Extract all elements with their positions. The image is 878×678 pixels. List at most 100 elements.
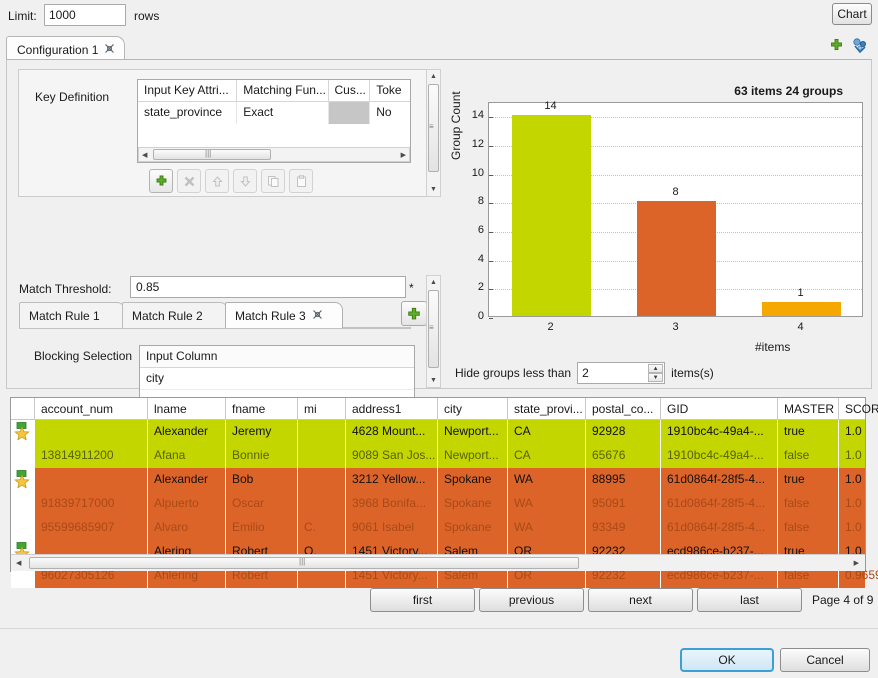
blocking-selection-row[interactable]: city xyxy=(140,368,414,390)
cell-lname[interactable]: Alexander xyxy=(148,420,226,444)
column-header-score[interactable]: SCORE xyxy=(839,398,878,419)
cell-address1[interactable]: 9089 San Jos... xyxy=(346,444,438,468)
cell-city[interactable]: Spokane xyxy=(438,468,508,492)
spinner-down-icon[interactable]: ▼ xyxy=(648,373,663,382)
next-page-button[interactable]: next xyxy=(588,588,693,612)
cell-fname[interactable]: Emilio xyxy=(226,516,298,540)
cell-gid[interactable]: 61d0864f-28f5-4... xyxy=(661,468,778,492)
cell-lname[interactable]: Alexander xyxy=(148,468,226,492)
cell-input-key[interactable]: state_province xyxy=(138,102,237,124)
cell-lname[interactable]: Alpuerto xyxy=(148,492,226,516)
cell-master[interactable]: true xyxy=(778,420,839,444)
column-header-address1[interactable]: address1 xyxy=(346,398,438,419)
scroll-left-icon[interactable]: ◀ xyxy=(16,560,21,567)
cell-mi[interactable] xyxy=(298,444,346,468)
key-definition-row[interactable]: state_province Exact No xyxy=(138,102,410,124)
ok-button[interactable]: OK xyxy=(680,648,774,672)
scroll-down-icon[interactable]: ▼ xyxy=(430,377,437,384)
add-configuration-icon[interactable] xyxy=(829,38,844,56)
remove-key-button[interactable] xyxy=(177,169,201,193)
key-definition-grid[interactable]: Input Key Attri... Matching Fun... Cus..… xyxy=(137,79,411,163)
add-key-button[interactable] xyxy=(149,169,173,193)
chart-bar[interactable] xyxy=(637,201,716,316)
paste-key-button[interactable] xyxy=(289,169,313,193)
cell-state_province[interactable]: CA xyxy=(508,444,586,468)
cell-postal_code[interactable]: 92928 xyxy=(586,420,661,444)
first-page-button[interactable]: first xyxy=(370,588,475,612)
cell-city[interactable]: Newport... xyxy=(438,444,508,468)
cell-address1[interactable]: 3968 Bonifa... xyxy=(346,492,438,516)
cell-score[interactable]: 1.0 xyxy=(839,468,878,492)
cell-account_num[interactable]: 13814911200 xyxy=(35,444,148,468)
move-key-down-button[interactable] xyxy=(233,169,257,193)
cell-mi[interactable] xyxy=(298,492,346,516)
cell-gid[interactable]: 1910bc4c-49a4-... xyxy=(661,420,778,444)
column-header-postal_code[interactable]: postal_co... xyxy=(586,398,661,419)
cell-city[interactable]: Newport... xyxy=(438,420,508,444)
column-header-input-column[interactable]: Input Column xyxy=(140,346,414,367)
scroll-up-icon[interactable]: ▲ xyxy=(430,279,437,286)
cell-master[interactable]: false xyxy=(778,492,839,516)
cancel-button[interactable]: Cancel xyxy=(780,648,870,672)
scroll-down-icon[interactable]: ▼ xyxy=(430,186,437,193)
cell-score[interactable]: 1.0 xyxy=(839,516,878,540)
column-header-mi[interactable]: mi xyxy=(298,398,346,419)
tab-configuration-1[interactable]: Configuration 1 xyxy=(6,36,125,60)
cell-account_num[interactable] xyxy=(35,468,148,492)
table-row[interactable]: AlexanderJeremy 4628 Mount...Newport...CA… xyxy=(11,420,865,444)
table-row[interactable]: 91839717000AlpuertoOscar3968 Bonifa...Sp… xyxy=(11,492,865,516)
cell-account_num[interactable] xyxy=(35,420,148,444)
cell-fname[interactable]: Jeremy xyxy=(226,420,298,444)
cell-gid[interactable]: 1910bc4c-49a4-... xyxy=(661,444,778,468)
cell-fname[interactable]: Bonnie xyxy=(226,444,298,468)
cell-custom[interactable] xyxy=(329,102,371,124)
blocking-selection-vscrollbar[interactable]: ▲ ≡ ▼ xyxy=(426,275,441,388)
table-row[interactable]: 13814911200AfanaBonnie 9089 San Jos...New… xyxy=(11,444,865,468)
cell-address1[interactable]: 3212 Yellow... xyxy=(346,468,438,492)
column-header-matching-function[interactable]: Matching Fun... xyxy=(237,80,328,101)
scroll-left-icon[interactable]: ◀ xyxy=(142,152,147,159)
column-header-fname[interactable]: fname xyxy=(226,398,298,419)
column-header-account_num[interactable]: account_num xyxy=(35,398,148,419)
cell-mi[interactable]: C. xyxy=(298,516,346,540)
cell-tokenized[interactable]: No xyxy=(370,102,410,124)
cell-lname[interactable]: Alvaro xyxy=(148,516,226,540)
cell-mi[interactable] xyxy=(298,468,346,492)
cell-account_num[interactable]: 91839717000 xyxy=(35,492,148,516)
cell-address1[interactable]: 4628 Mount... xyxy=(346,420,438,444)
column-header-tokenized[interactable]: Toke xyxy=(370,80,410,101)
key-definition-vscrollbar[interactable]: ▲ ≡ ▼ xyxy=(426,69,441,197)
last-page-button[interactable]: last xyxy=(697,588,802,612)
cell-city[interactable]: Spokane xyxy=(438,516,508,540)
spinner-up-icon[interactable]: ▲ xyxy=(648,364,663,373)
column-header-gid[interactable]: GID xyxy=(661,398,778,419)
limit-input[interactable] xyxy=(44,4,126,26)
cell-state_province[interactable]: CA xyxy=(508,420,586,444)
column-header-input-key[interactable]: Input Key Attri... xyxy=(138,80,237,101)
cell-postal_code[interactable]: 93349 xyxy=(586,516,661,540)
cell-gid[interactable]: 61d0864f-28f5-4... xyxy=(661,516,778,540)
column-header-city[interactable]: city xyxy=(438,398,508,419)
chart-bar[interactable] xyxy=(512,115,591,316)
cell-master[interactable]: false xyxy=(778,444,839,468)
column-header-master[interactable]: MASTER xyxy=(778,398,839,419)
hide-groups-spinner[interactable]: 2 ▲ ▼ xyxy=(577,362,665,384)
cell-address1[interactable]: 9061 Isabel xyxy=(346,516,438,540)
cell-lname[interactable]: Afana xyxy=(148,444,226,468)
move-key-up-button[interactable] xyxy=(205,169,229,193)
chart-bar[interactable] xyxy=(762,302,841,316)
cell-input-column[interactable]: city xyxy=(140,368,414,389)
cell-postal_code[interactable]: 88995 xyxy=(586,468,661,492)
previous-page-button[interactable]: previous xyxy=(479,588,584,612)
scroll-up-icon[interactable]: ▲ xyxy=(430,73,437,80)
table-row[interactable]: 95599685907AlvaroEmilioC.9061 IsabelSpok… xyxy=(11,516,865,540)
cell-fname[interactable]: Bob xyxy=(226,468,298,492)
cell-city[interactable]: Spokane xyxy=(438,492,508,516)
cell-matching-function[interactable]: Exact xyxy=(237,102,328,124)
table-row[interactable]: AlexanderBob3212 Yellow...SpokaneWA88995… xyxy=(11,468,865,492)
key-grid-hscroll-thumb[interactable] xyxy=(153,149,271,160)
cell-mi[interactable] xyxy=(298,420,346,444)
cell-postal_code[interactable]: 65676 xyxy=(586,444,661,468)
scroll-right-icon[interactable]: ▶ xyxy=(854,560,859,567)
cell-account_num[interactable]: 95599685907 xyxy=(35,516,148,540)
